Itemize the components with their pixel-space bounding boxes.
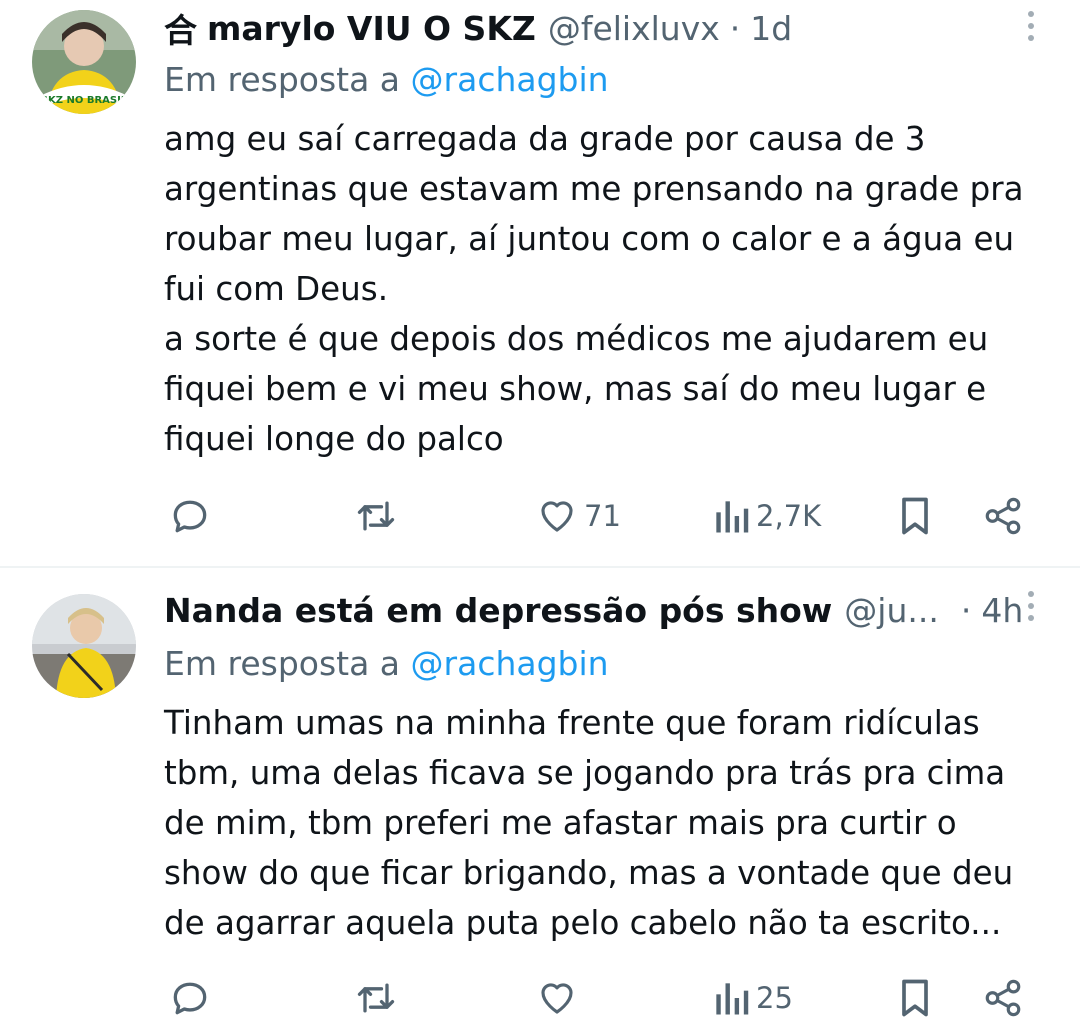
like-button[interactable]: 71: [536, 486, 621, 546]
retweet-icon: [357, 983, 395, 1013]
reply-mention-link[interactable]: @rachagbin: [411, 60, 609, 99]
share-icon: [985, 979, 1021, 1017]
reply-context: Em resposta a @rachagbin: [164, 60, 609, 99]
retweet-icon: [357, 501, 395, 531]
tweet-header: Nanda está em depressão pós show @ju... …: [164, 586, 1023, 634]
timestamp[interactable]: 1d: [750, 9, 792, 48]
avatar[interactable]: [32, 594, 136, 698]
bookmark-button[interactable]: [896, 968, 934, 1028]
display-name[interactable]: Nanda está em depressão pós show: [164, 591, 832, 630]
reply-context: Em resposta a @rachagbin: [164, 644, 609, 683]
heart-icon: [541, 501, 573, 532]
views-button[interactable]: 25: [712, 968, 793, 1028]
timestamp[interactable]: 4h: [981, 591, 1023, 630]
retweet-button[interactable]: [354, 968, 398, 1028]
view-count: 25: [756, 981, 793, 1015]
display-name[interactable]: marylo VIU O SKZ: [207, 9, 536, 48]
like-button[interactable]: [536, 968, 584, 1028]
separator-dot: ·: [960, 590, 972, 630]
share-button[interactable]: [982, 486, 1024, 546]
bookmark-button[interactable]: [896, 486, 934, 546]
bookmark-icon: [902, 979, 928, 1017]
reply-icon: [173, 500, 207, 533]
share-button[interactable]: [982, 968, 1024, 1028]
avatar[interactable]: SKZ NO BRASIL: [32, 10, 136, 114]
views-button[interactable]: 2,7K: [712, 486, 821, 546]
tweet[interactable]: Nanda está em depressão pós show @ju... …: [0, 568, 1080, 1036]
user-handle[interactable]: @felixluvx: [548, 9, 720, 48]
like-count: 71: [584, 499, 621, 533]
heart-icon: [541, 983, 573, 1014]
retweet-button[interactable]: [354, 486, 398, 546]
views-icon: [716, 501, 749, 533]
tweet-text: Tinham umas na minha frente que foram ri…: [164, 704, 1014, 942]
tweet-header: 合 marylo VIU O SKZ @felixluvx · 1d: [164, 4, 792, 52]
name-emoji: 合: [164, 11, 197, 50]
action-bar: 25: [0, 968, 1080, 1028]
reply-button[interactable]: [168, 486, 212, 546]
user-handle[interactable]: @ju...: [844, 591, 939, 630]
action-bar: 71 2,7K: [0, 486, 1080, 546]
reply-prefix: Em resposta a: [164, 60, 401, 99]
reply-prefix: Em resposta a: [164, 644, 401, 683]
views-icon: [716, 983, 749, 1015]
reply-icon: [173, 982, 207, 1015]
more-icon[interactable]: [1026, 11, 1036, 47]
avatar-logo-text: SKZ NO BRASIL: [41, 95, 128, 106]
tweet-text: amg eu saí carregada da grade por causa …: [164, 120, 1024, 458]
more-icon[interactable]: [1026, 591, 1036, 627]
separator-dot: ·: [729, 8, 741, 48]
reply-mention-link[interactable]: @rachagbin: [411, 644, 609, 683]
reply-button[interactable]: [168, 968, 212, 1028]
share-icon: [985, 497, 1021, 535]
bookmark-icon: [902, 497, 928, 535]
tweet[interactable]: SKZ NO BRASIL 合 marylo VIU O SKZ @felixl…: [0, 0, 1080, 566]
view-count: 2,7K: [756, 499, 822, 533]
